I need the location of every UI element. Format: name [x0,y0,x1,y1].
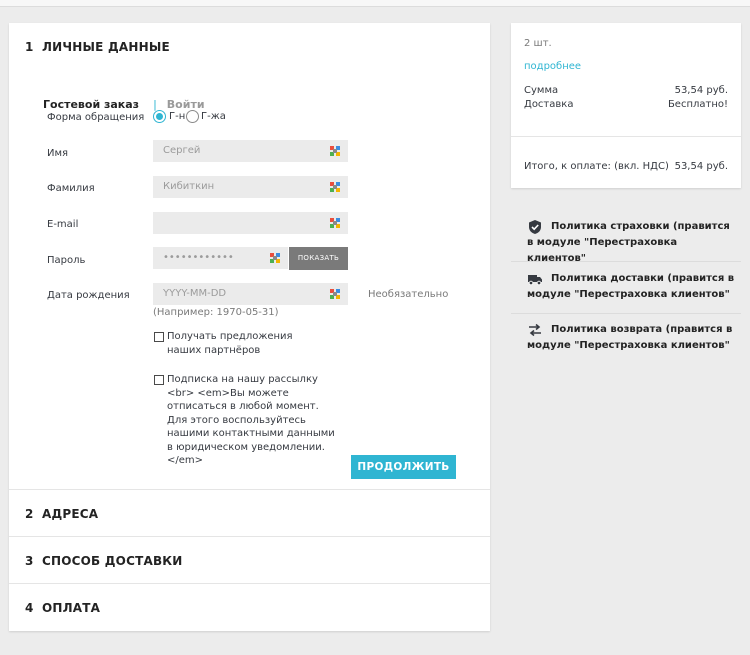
password-label: Пароль [47,255,86,266]
last-name-label: Фамилия [47,183,95,194]
top-bar [0,0,750,7]
partner-offers-label: Получать предложения наших партнёров [167,331,293,356]
total-value: 53,54 руб. [674,161,728,172]
birthday-field[interactable]: YYYY-MM-DD [153,283,348,305]
partner-offers-checkbox[interactable] [154,332,164,342]
last-name-value: Кибиткин [163,181,215,192]
step-title: ОПЛАТА [42,601,101,615]
reassurance-text: Политика доставки (правится в модуле "Пе… [527,273,735,300]
autofill-icon[interactable] [329,181,341,193]
birthday-optional-note: Необязательно [368,289,449,300]
autofill-icon[interactable] [329,288,341,300]
step-title: АДРЕСА [42,507,99,521]
autofill-icon[interactable] [269,252,281,264]
birthday-label: Дата рождения [47,290,130,301]
radio-mr-label: Г-н [169,111,186,122]
first-name-field[interactable]: Сергей [153,140,348,162]
divider [9,536,490,537]
last-name-field[interactable]: Кибиткин [153,176,348,198]
shipping-label: Доставка [524,99,574,110]
radio-mrs-label: Г-жа [201,111,226,122]
subtotal-label: Сумма [524,85,559,96]
tab-login[interactable]: Войти [167,98,205,111]
total-row: Итого, к оплате: (вкл. НДС) 53,54 руб. [524,161,728,172]
step-number: 4 [25,601,34,615]
reassurance-text: Политика возврата (правится в модуле "Пе… [527,324,733,351]
birthday-hint: (Например: 1970-05-31) [153,307,279,318]
step-payment-header[interactable]: 4 ОПЛАТА [25,601,100,615]
subtotal-value: 53,54 руб. [674,85,728,96]
divider [511,261,741,262]
divider [9,583,490,584]
password-value: •••••••••••• [163,252,234,263]
step-addresses-header[interactable]: 2 АДРЕСА [25,507,98,521]
radio-mr[interactable] [153,110,166,123]
divider [511,313,741,314]
newsletter-label: Подписка на нашу рассылку <br> <em>Вы мо… [167,374,335,466]
cart-details-link[interactable]: подробнее [524,61,581,72]
autofill-icon[interactable] [329,217,341,229]
step-number: 2 [25,507,34,521]
reassurance-text: Политика страховки (правится в модуле "П… [527,221,730,264]
email-label: E-mail [47,219,79,230]
tab-guest-order[interactable]: Гостевой заказ [43,98,139,111]
autofill-icon[interactable] [329,145,341,157]
shipping-row: Доставка Бесплатно! [524,99,728,110]
divider [511,136,741,137]
shipping-value: Бесплатно! [667,99,728,110]
salutation-label: Форма обращения [47,112,145,123]
birthday-placeholder: YYYY-MM-DD [163,288,227,299]
cart-summary: 2 шт. подробнее Сумма 53,54 руб. Доставк… [511,23,741,188]
divider [9,489,490,490]
newsletter-checkbox[interactable] [154,375,164,385]
step-title: ЛИЧНЫЕ ДАННЫЕ [42,40,170,54]
step-shipping-header[interactable]: 3 СПОСОБ ДОСТАВКИ [25,554,183,568]
first-name-value: Сергей [163,145,201,156]
step-personal-info-header[interactable]: 1 ЛИЧНЫЕ ДАННЫЕ [25,40,170,54]
radio-mrs[interactable] [186,110,199,123]
cart-item-count: 2 шт. [524,38,552,49]
email-field[interactable] [153,212,348,234]
step-number: 3 [25,554,34,568]
subtotal-row: Сумма 53,54 руб. [524,85,728,96]
show-password-button[interactable]: ПОКАЗАТЬ [289,247,348,270]
step-title: СПОСОБ ДОСТАВКИ [42,554,183,568]
step-number: 1 [25,40,34,54]
login-tabs: Гостевой заказ | Войти [43,98,205,111]
checkout-steps: 1 ЛИЧНЫЕ ДАННЫЕ Гостевой заказ | Войти Форм… [9,23,490,631]
tab-separator: | [153,98,157,111]
password-field[interactable]: •••••••••••• [153,247,288,269]
continue-button[interactable]: ПРОДОЛЖИТЬ [351,455,456,479]
total-label: Итого, к оплате: (вкл. НДС) [524,161,669,172]
first-name-label: Имя [47,148,69,159]
